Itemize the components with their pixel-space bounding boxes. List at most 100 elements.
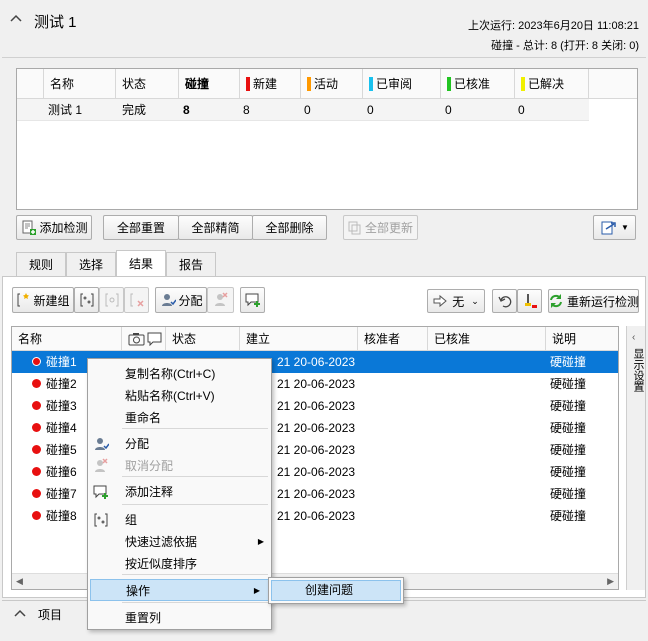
- status-color-swatch: [369, 76, 373, 91]
- tab-rules[interactable]: 规则: [16, 252, 66, 276]
- col-header-resolved[interactable]: 已解决: [515, 69, 589, 98]
- col-header-description[interactable]: 说明: [546, 327, 618, 350]
- ungroup-icon: [104, 292, 120, 308]
- tab-select[interactable]: 选择: [66, 252, 116, 276]
- dropdown-arrow-icon: ▼: [621, 223, 629, 232]
- col-header-clashes[interactable]: 碰撞: [179, 69, 240, 98]
- undo-icon: [497, 294, 512, 308]
- col-header-status[interactable]: 状态: [166, 327, 240, 350]
- cell-status: 完成: [122, 103, 147, 117]
- cell-name: 碰撞6: [46, 465, 77, 479]
- quick-filter-menu-item[interactable]: 快速过滤依据 ▶: [88, 531, 272, 553]
- cell-name: 碰撞2: [46, 377, 77, 391]
- group-button[interactable]: [74, 287, 99, 313]
- remove-group-icon: [129, 292, 145, 308]
- test-summary-table: 名称 状态 碰撞 新建 活动 已审阅 已核准 已解决 测试 1 完成 8 8 0…: [16, 68, 638, 210]
- group-menu-item[interactable]: 组: [88, 509, 272, 531]
- cell-approved: 0: [445, 103, 452, 117]
- col-header-name[interactable]: 名称: [44, 69, 116, 98]
- cell-created: 21 20-06-2023: [277, 399, 356, 413]
- assign-icon: [160, 292, 176, 308]
- context-menu: 复制名称(Ctrl+C) 粘贴名称(Ctrl+V) 重命名分配 取消分配添加注释组快速…: [87, 358, 272, 630]
- col-header-new[interactable]: 新建: [240, 69, 301, 98]
- compact-all-button[interactable]: 全部精简: [178, 215, 253, 240]
- status-dot-icon: [32, 511, 41, 520]
- export-dropdown-button[interactable]: ▼: [593, 215, 636, 240]
- reset-all-button[interactable]: 全部重置: [103, 215, 179, 240]
- cell-created: 21 20-06-2023: [277, 509, 356, 523]
- cell-name: 测试 1: [48, 103, 83, 117]
- add-test-button[interactable]: 添加检测: [16, 215, 92, 240]
- copy-name-menu-item[interactable]: 复制名称(Ctrl+C): [88, 363, 272, 385]
- status-dot-icon: [32, 445, 41, 454]
- cell-created: 21 20-06-2023: [277, 443, 356, 457]
- update-all-button[interactable]: 全部更新: [343, 215, 418, 240]
- actions-menu-item[interactable]: 操作 ▶: [90, 579, 269, 601]
- status-dot-icon: [32, 401, 41, 410]
- update-icon: [348, 221, 362, 235]
- tab-report[interactable]: 报告: [166, 252, 216, 276]
- create-issue-menu-item[interactable]: 创建问题: [271, 580, 401, 601]
- rerun-test-button[interactable]: 重新运行检测: [548, 289, 639, 313]
- clash-stats: 碰撞 - 总计: 8 (打开: 8 关闭: 0): [491, 40, 639, 52]
- refresh-icon: [548, 293, 564, 309]
- add-comment-button[interactable]: [240, 287, 265, 313]
- reset-columns-menu-item[interactable]: 重置列: [88, 607, 272, 629]
- status-color-swatch: [307, 76, 311, 91]
- add-test-icon: [21, 220, 37, 236]
- chevron-down-icon: ⌄: [471, 295, 479, 306]
- cell-description: 硬碰撞: [550, 487, 587, 501]
- unassign-menu-item[interactable]: 取消分配: [88, 455, 272, 477]
- highlight-icon: [522, 293, 538, 309]
- display-settings-panel[interactable]: ‹ 显示设置: [626, 326, 645, 590]
- reset-view-button[interactable]: [492, 289, 517, 313]
- cell-clashes: 8: [183, 103, 190, 117]
- assign-menu-item[interactable]: 分配: [88, 433, 272, 455]
- cell-name: 碰撞3: [46, 399, 77, 413]
- ungroup-button[interactable]: [99, 287, 124, 313]
- col-header-approved[interactable]: 已核准: [428, 327, 546, 350]
- col-header-icons[interactable]: [122, 327, 166, 350]
- col-header-name[interactable]: 名称: [12, 327, 122, 350]
- status-dot-icon: [32, 489, 41, 498]
- unassign-button[interactable]: [207, 287, 234, 313]
- col-header-created[interactable]: 建立: [240, 327, 358, 350]
- col-header-approved[interactable]: 已核准: [441, 69, 515, 98]
- status-dot-icon: [32, 357, 41, 366]
- export-icon: [600, 220, 618, 236]
- paste-name-menu-item[interactable]: 粘贴名称(Ctrl+V): [88, 385, 272, 407]
- delete-all-button[interactable]: 全部删除: [252, 215, 327, 240]
- sort-by-similarity-menu-item[interactable]: 按近似度排序: [88, 553, 272, 575]
- filter-dropdown[interactable]: 无 ⌄: [427, 289, 485, 313]
- cell-created: 21 20-06-2023: [277, 377, 356, 391]
- col-header-status[interactable]: 状态: [116, 69, 179, 98]
- col-header-approver[interactable]: 核准者: [358, 327, 428, 350]
- status-dot-icon: [32, 379, 41, 388]
- new-group-icon: [17, 292, 31, 308]
- rename-menu-item[interactable]: 重命名: [88, 407, 272, 429]
- cell-name: 碰撞7: [46, 487, 77, 501]
- col-header-active[interactable]: 活动: [301, 69, 363, 98]
- new-group-button[interactable]: 新建组: [12, 287, 74, 313]
- tab-results[interactable]: 结果: [116, 250, 166, 276]
- table-row[interactable]: 测试 1 完成 8 8 0 0 0 0: [17, 99, 589, 121]
- scroll-left-icon[interactable]: ◀: [16, 576, 23, 587]
- add-comment-menu-item[interactable]: 添加注释: [88, 481, 272, 503]
- menu-separator: [122, 476, 268, 477]
- cell-resolved: 0: [518, 103, 525, 117]
- remove-from-group-button[interactable]: [124, 287, 149, 313]
- camera-icon: [128, 332, 145, 346]
- scroll-right-icon[interactable]: ▶: [607, 576, 614, 587]
- items-panel-label[interactable]: 项目: [38, 606, 62, 623]
- collapse-chevron-icon[interactable]: [10, 12, 22, 26]
- col-header-reviewed[interactable]: 已审阅: [363, 69, 441, 98]
- highlight-button[interactable]: [517, 289, 542, 313]
- filter-icon: [433, 294, 449, 308]
- cell-description: 硬碰撞: [550, 355, 587, 369]
- assign-button[interactable]: 分配: [155, 287, 207, 313]
- table-header: 名称 状态 碰撞 新建 活动 已审阅 已核准 已解决: [17, 69, 637, 99]
- expand-chevron-icon[interactable]: [14, 607, 26, 621]
- last-run-label: 上次运行: 2023年6月20日 11:08:21: [468, 20, 639, 32]
- test-title: 测试 1: [34, 14, 77, 31]
- menu-separator: [122, 602, 268, 603]
